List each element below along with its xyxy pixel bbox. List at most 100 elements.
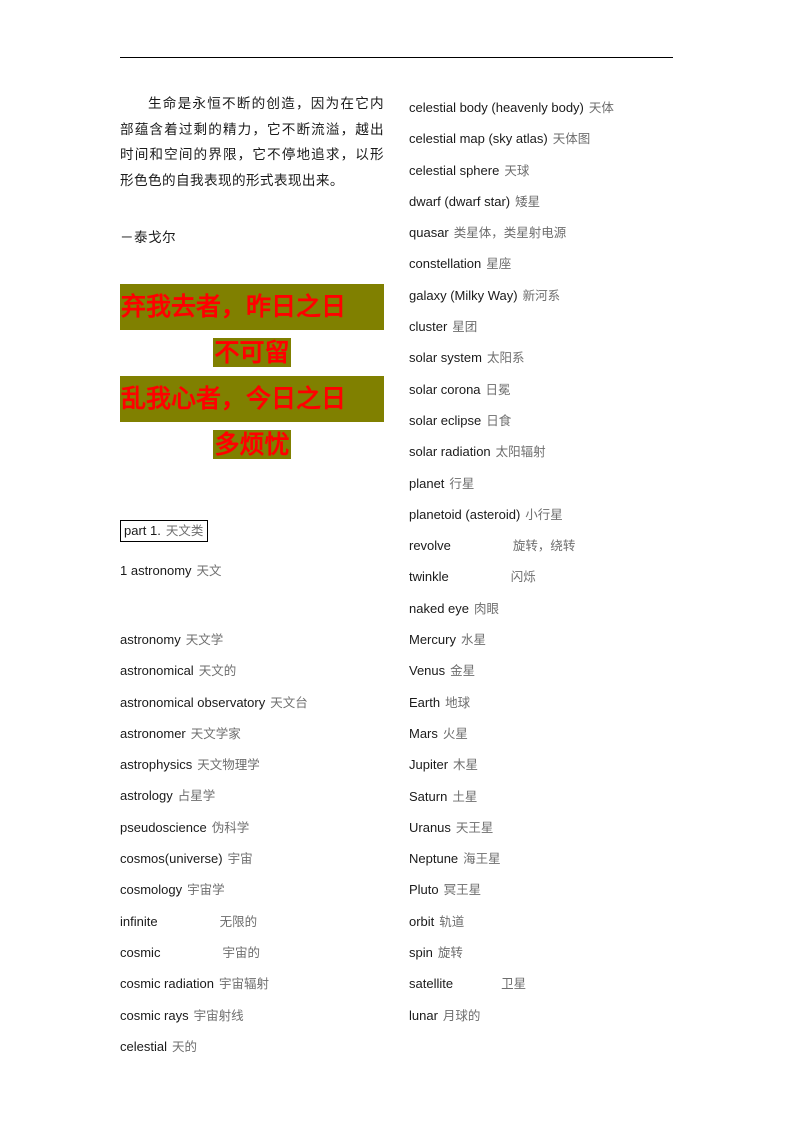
vocabulary-term-cn: 闪烁 <box>510 569 536 585</box>
vocabulary-term-cn: 太阳辐射 <box>495 444 546 460</box>
vocabulary-term-en: Venus <box>409 663 446 679</box>
vocabulary-term-en: cosmology <box>120 882 183 898</box>
epigraph-attribution: －泰戈尔 <box>120 230 176 246</box>
vocabulary-entry: Neptune 海王星 <box>409 843 673 874</box>
vocabulary-term-en: naked eye <box>409 600 469 616</box>
vocabulary-term-en: cosmos(universe) <box>120 851 223 867</box>
vocabulary-term-en: astronomical <box>120 663 194 679</box>
vocabulary-term-en: planet <box>409 475 445 491</box>
vocabulary-term-en: solar radiation <box>409 444 491 460</box>
vocabulary-term-cn: 海王星 <box>463 851 501 867</box>
vocabulary-term-cn: 无限的 <box>219 913 258 929</box>
vocabulary-term-en: cosmic <box>120 944 161 960</box>
vocabulary-term-cn: 伪科学 <box>211 819 250 835</box>
vocabulary-entry: Uranus 天王星 <box>409 812 673 843</box>
two-column-body: 生命是永恒不断的创造，因为在它内部蕴含着过剩的精力，它不断流溢，越出时间和空间的… <box>120 92 673 1062</box>
vocabulary-entry: pseudoscience 伪科学 <box>120 812 384 843</box>
vocabulary-entry: planet 行星 <box>409 468 673 499</box>
vocabulary-term-cn: 天体图 <box>552 131 591 147</box>
vocabulary-entry: astronomy 天文学 <box>120 624 384 655</box>
vocabulary-term-en: astronomer <box>120 725 186 741</box>
highlighted-poem: 弃我去者，昨日之日 不可留 乱我心者，今日之日 多烦忧 <box>120 284 384 468</box>
vocabulary-entry: astronomical observatory 天文台 <box>120 687 384 718</box>
vocabulary-entry: revolve 旋转，绕转 <box>409 530 673 561</box>
vocabulary-entry: cosmology 宇宙学 <box>120 874 384 905</box>
vocabulary-term-en: solar corona <box>409 381 481 397</box>
vocabulary-term-cn: 天文台 <box>270 694 308 710</box>
vocabulary-entry: naked eye 肉眼 <box>409 593 673 624</box>
vocabulary-term-cn: 新河系 <box>522 287 561 303</box>
vocabulary-entry: spin 旋转 <box>409 937 673 968</box>
vocabulary-term-en: Neptune <box>409 851 459 867</box>
vocabulary-entry: solar corona 日冕 <box>409 374 673 405</box>
vocabulary-term-cn: 轨道 <box>439 913 465 929</box>
document-page: 生命是永恒不断的创造，因为在它内部蕴含着过剩的精力，它不断流溢，越出时间和空间的… <box>0 0 793 1122</box>
vocabulary-term-cn: 木星 <box>453 757 479 773</box>
vocabulary-term-cn: 冥王星 <box>443 882 482 898</box>
vocabulary-term-cn: 矮星 <box>515 193 541 209</box>
part-section-label-cn: 天文类 <box>165 523 204 538</box>
left-vocabulary-list: astronomy 天文学 astronomical 天文的 astronomical … <box>120 624 384 1062</box>
vocabulary-entry: astronomer 天文学家 <box>120 718 384 749</box>
vocabulary-term-en: cosmic rays <box>120 1007 189 1023</box>
vocabulary-entry: cluster 星团 <box>409 311 673 342</box>
vocabulary-term-cn: 肉眼 <box>474 600 500 616</box>
vocabulary-term-cn: 地球 <box>445 694 471 710</box>
vocabulary-term-cn: 星座 <box>486 256 512 272</box>
vocabulary-term-en: pseudoscience <box>120 819 207 835</box>
subsection-label-cn: 天文 <box>196 563 222 578</box>
vocabulary-term-en: cluster <box>409 319 448 335</box>
vocabulary-entry: astrology 占星学 <box>120 780 384 811</box>
vocabulary-term-en: Pluto <box>409 882 439 898</box>
vocabulary-entry: Venus 金星 <box>409 655 673 686</box>
vocabulary-term-en: celestial <box>120 1038 167 1054</box>
vocabulary-term-cn: 宇宙 <box>227 851 253 867</box>
header-horizontal-rule <box>120 57 673 58</box>
vocabulary-term-en: astrophysics <box>120 757 193 773</box>
vocabulary-term-cn: 天的 <box>171 1038 197 1054</box>
vocabulary-entry: constellation 星座 <box>409 248 673 279</box>
vocabulary-term-en: spin <box>409 945 433 961</box>
vocabulary-term-cn: 日冕 <box>485 381 511 397</box>
vocabulary-entry: Saturn 土星 <box>409 781 673 812</box>
vocabulary-term-en: constellation <box>409 256 482 272</box>
vocabulary-term-cn: 天文物理学 <box>197 757 260 773</box>
vocabulary-entry: Mars 火星 <box>409 718 673 749</box>
poem-line: 多烦忧 <box>120 422 384 468</box>
left-column: 生命是永恒不断的创造，因为在它内部蕴含着过剩的精力，它不断流溢，越出时间和空间的… <box>120 92 384 1062</box>
vocabulary-entry: solar radiation 太阳辐射 <box>409 436 673 467</box>
vocabulary-term-cn: 占星学 <box>177 788 216 804</box>
vocabulary-term-en: Earth <box>409 694 441 710</box>
vocabulary-term-cn: 天文学家 <box>190 725 241 741</box>
vocabulary-term-cn: 金星 <box>450 663 476 679</box>
vocabulary-term-en: orbit <box>409 913 435 929</box>
vocabulary-term-cn: 小行星 <box>525 506 563 522</box>
vocabulary-term-cn: 宇宙辐射 <box>218 976 269 992</box>
vocabulary-entry: satellite 卫星 <box>409 968 673 999</box>
vocabulary-entry: solar system 太阳系 <box>409 342 673 373</box>
vocabulary-term-en: twinkle <box>409 569 449 585</box>
vocabulary-term-en: solar eclipse <box>409 412 482 428</box>
vocabulary-term-en: Mercury <box>409 632 456 648</box>
vocabulary-term-en: infinite <box>120 913 158 929</box>
part-section-label-en: part 1. <box>124 523 161 538</box>
vocabulary-term-cn: 天体 <box>588 100 614 115</box>
subsection-label-en: 1 astronomy <box>120 563 192 578</box>
poem-line: 弃我去者，昨日之日 <box>120 284 384 330</box>
vocabulary-entry: celestial sphere 天球 <box>409 155 673 186</box>
vocabulary-entry: solar eclipse 日食 <box>409 405 673 436</box>
vocabulary-entry: Jupiter 木星 <box>409 749 673 780</box>
vocabulary-term-en: dwarf (dwarf star) <box>409 193 511 209</box>
vocabulary-entry: Mercury 水星 <box>409 624 673 655</box>
vocabulary-term-cn: 天球 <box>504 162 530 178</box>
vocabulary-term-en: planetoid (asteroid) <box>409 506 521 522</box>
vocabulary-term-cn: 旋转 <box>437 945 463 961</box>
vocabulary-term-cn: 天文学 <box>185 632 224 647</box>
vocabulary-term-en: cosmic radiation <box>120 976 214 992</box>
poem-line-text: 不可留 <box>213 338 291 367</box>
vocabulary-term-cn: 天王星 <box>455 819 494 835</box>
poem-line: 不可留 <box>120 330 384 376</box>
right-column: celestial body (heavenly body) 天体 celestia… <box>409 92 673 1062</box>
vocabulary-entry: celestial body (heavenly body) 天体 <box>409 92 673 123</box>
vocabulary-term-en: astronomical observatory <box>120 694 266 710</box>
